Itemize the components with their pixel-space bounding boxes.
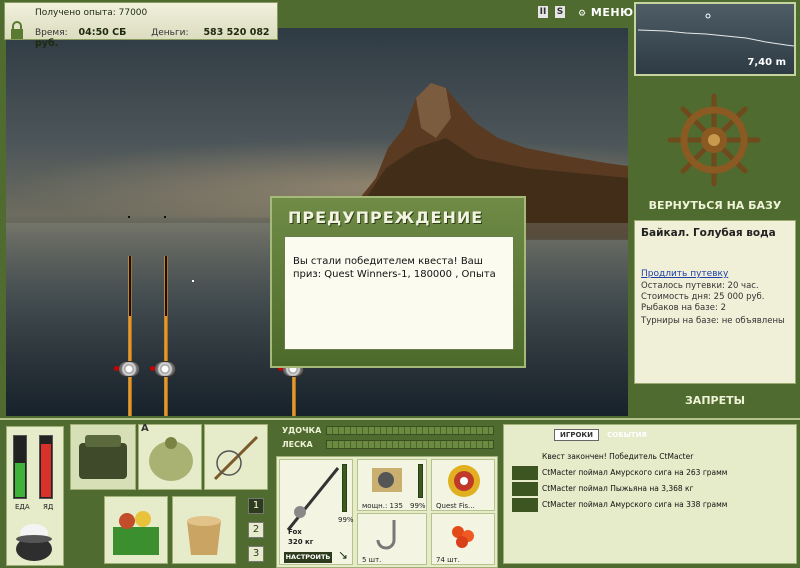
line-spool-icon <box>448 465 480 497</box>
fish-icon <box>512 466 538 480</box>
slot-marker: A <box>141 423 149 434</box>
reel-condition-bar <box>418 464 423 498</box>
list-item: CtMacter поймал Пыжьяна на 3,368 кг <box>510 481 792 497</box>
rod-condition-bar <box>342 464 347 512</box>
adjust-button[interactable]: НАСТРОИТЬ <box>284 552 332 563</box>
warning-dialog[interactable]: ПРЕДУПРЕЖДЕНИЕ Вы стали победителем квес… <box>270 196 526 368</box>
rod-weight: 320 кг <box>288 538 314 546</box>
fish-icon <box>512 498 538 512</box>
ship-wheel-icon[interactable] <box>666 92 762 188</box>
money-label: Деньги: <box>151 28 189 38</box>
float-marker <box>192 280 194 282</box>
menu-button[interactable]: ⚙ МЕНЮ <box>578 6 634 19</box>
rod-icon <box>286 467 340 531</box>
menu-label: МЕНЮ <box>590 6 634 19</box>
time-label: Время: <box>35 28 68 38</box>
landing-net-icon <box>213 435 259 481</box>
experience-row: Получено опыта: 77000 <box>35 8 147 18</box>
dialog-title: ПРЕДУПРЕЖДЕНИЕ <box>288 208 484 227</box>
bait-count: 74 шт. <box>436 556 460 564</box>
base-title: Байкал. Голубая вода <box>641 227 776 239</box>
lock-icon[interactable] <box>9 21 25 39</box>
gear-icon: ⚙ <box>578 9 587 19</box>
fishing-rod-1[interactable] <box>128 256 132 416</box>
day-cost: Стоимость дня: 25 000 руб. <box>641 292 765 302</box>
rod-cell[interactable]: 99% Fox 320 кг НАСТРОИТЬ ↘ <box>279 459 354 565</box>
reel-percent: 99% <box>410 502 426 510</box>
bait-icon <box>452 526 474 548</box>
return-to-base-button[interactable]: ВЕРНУТЬСЯ НА БАЗУ <box>630 199 800 212</box>
tournaments-info: Турниры на базе: не объявлены <box>641 316 785 326</box>
status-gauges: ЕДА ЯД <box>6 426 64 566</box>
right-panel: ВЕРНУТЬСЯ НА БАЗУ Байкал. Голубая вода П… <box>630 86 800 416</box>
inventory-page-3[interactable]: 3 <box>248 546 264 562</box>
rod-percent: 99% <box>338 516 354 524</box>
tab-events[interactable]: СОБЫТИЯ <box>602 430 652 440</box>
fish-icon <box>512 482 538 496</box>
list-item: CtMacter поймал Амурского сига на 338 гр… <box>510 497 792 513</box>
bucket-icon <box>187 516 221 555</box>
reel-icon <box>372 468 402 492</box>
experience-label: Получено опыта: <box>35 8 116 18</box>
cauldron-icon[interactable] <box>11 519 57 563</box>
reel-icon[interactable] <box>114 361 140 377</box>
food-label: ЕДА <box>15 503 30 511</box>
bait-cell[interactable]: 74 шт. <box>431 513 495 565</box>
poison-label: ЯД <box>43 503 54 511</box>
backpack-icon <box>149 437 193 481</box>
reel-power: мощн.: 135 <box>362 502 403 510</box>
slot-net[interactable] <box>204 424 268 490</box>
extend-ticket-link[interactable]: Продлить путевку <box>641 269 789 279</box>
inventory-page-1[interactable]: 1 <box>248 498 264 514</box>
list-item: CtMacter поймал Амурского сига на 263 гр… <box>510 465 792 481</box>
slot-tackle-bag[interactable] <box>70 424 136 490</box>
fishers-count: Рыбаков на базе: 2 <box>641 303 726 313</box>
depth-panel: 7,40 m <box>634 2 796 76</box>
food-gauge <box>13 435 27 499</box>
reel-icon[interactable] <box>150 361 176 377</box>
bag-icon <box>79 435 127 479</box>
rod-label: УДОЧКА <box>282 426 322 435</box>
float-marker <box>128 216 130 218</box>
list-item: Квест закончен! Победитель CtMacter <box>542 452 694 461</box>
player-info-panel: Получено опыта: 77000 Время: 04:50 СБ Де… <box>4 2 278 49</box>
pause-button[interactable]: II <box>538 6 548 18</box>
reel-cell[interactable]: мощн.: 135 99% <box>357 459 427 511</box>
events-panel: ИГРОКИ СОБЫТИЯ Квест закончен! Победител… <box>503 424 797 564</box>
float-marker <box>164 216 166 218</box>
line-name: Quest Fis... <box>436 502 475 510</box>
hook-count: 5 шт. <box>362 556 382 564</box>
slot-backpack[interactable]: A <box>138 423 202 490</box>
line-label: ЛЕСКА <box>282 440 313 449</box>
tackle-panel: 99% Fox 320 кг НАСТРОИТЬ ↘ мощн.: 135 99… <box>276 456 498 568</box>
line-cell[interactable]: Quest Fis... <box>431 459 495 511</box>
events-list: Квест закончен! Победитель CtMacter CtMa… <box>510 449 792 513</box>
rod-name: Fox <box>288 528 302 536</box>
poison-gauge <box>39 435 53 499</box>
experience-value: 77000 <box>118 8 148 18</box>
tab-players[interactable]: ИГРОКИ <box>554 429 599 441</box>
slot-food-basket[interactable] <box>104 496 168 564</box>
ticket-remaining: Осталось путевки: 20 час. <box>641 281 759 291</box>
line-strength-bar <box>326 440 494 449</box>
depth-value: 7,40 m <box>747 57 786 68</box>
time-money-row: Время: 04:50 СБ Деньги: 583 520 082 руб. <box>35 27 277 49</box>
slot-bucket[interactable] <box>172 496 236 564</box>
fishing-rod-2[interactable] <box>164 256 168 416</box>
bottom-panel: ЕДА ЯД A 1 2 3 УДОЧКА ЛЕСКА 99% Fox 320 … <box>0 418 800 568</box>
inventory-page-2[interactable]: 2 <box>248 522 264 538</box>
sound-button[interactable]: S <box>555 6 565 18</box>
events-tabs: ИГРОКИ СОБЫТИЯ <box>554 429 652 441</box>
bans-button[interactable]: ЗАПРЕТЫ <box>630 394 800 407</box>
rod-strength-bar <box>326 426 494 435</box>
time-value: 04:50 СБ <box>78 27 127 38</box>
base-info-panel: Байкал. Голубая вода Продлить путевку Ос… <box>634 220 796 384</box>
hook-cell[interactable]: 5 шт. <box>357 513 427 565</box>
arrow-icon[interactable]: ↘ <box>338 548 348 562</box>
food-basket-icon <box>113 511 159 555</box>
dialog-message: Вы стали победителем квеста! Ваш приз: Q… <box>284 236 514 350</box>
hook-icon <box>376 520 396 550</box>
